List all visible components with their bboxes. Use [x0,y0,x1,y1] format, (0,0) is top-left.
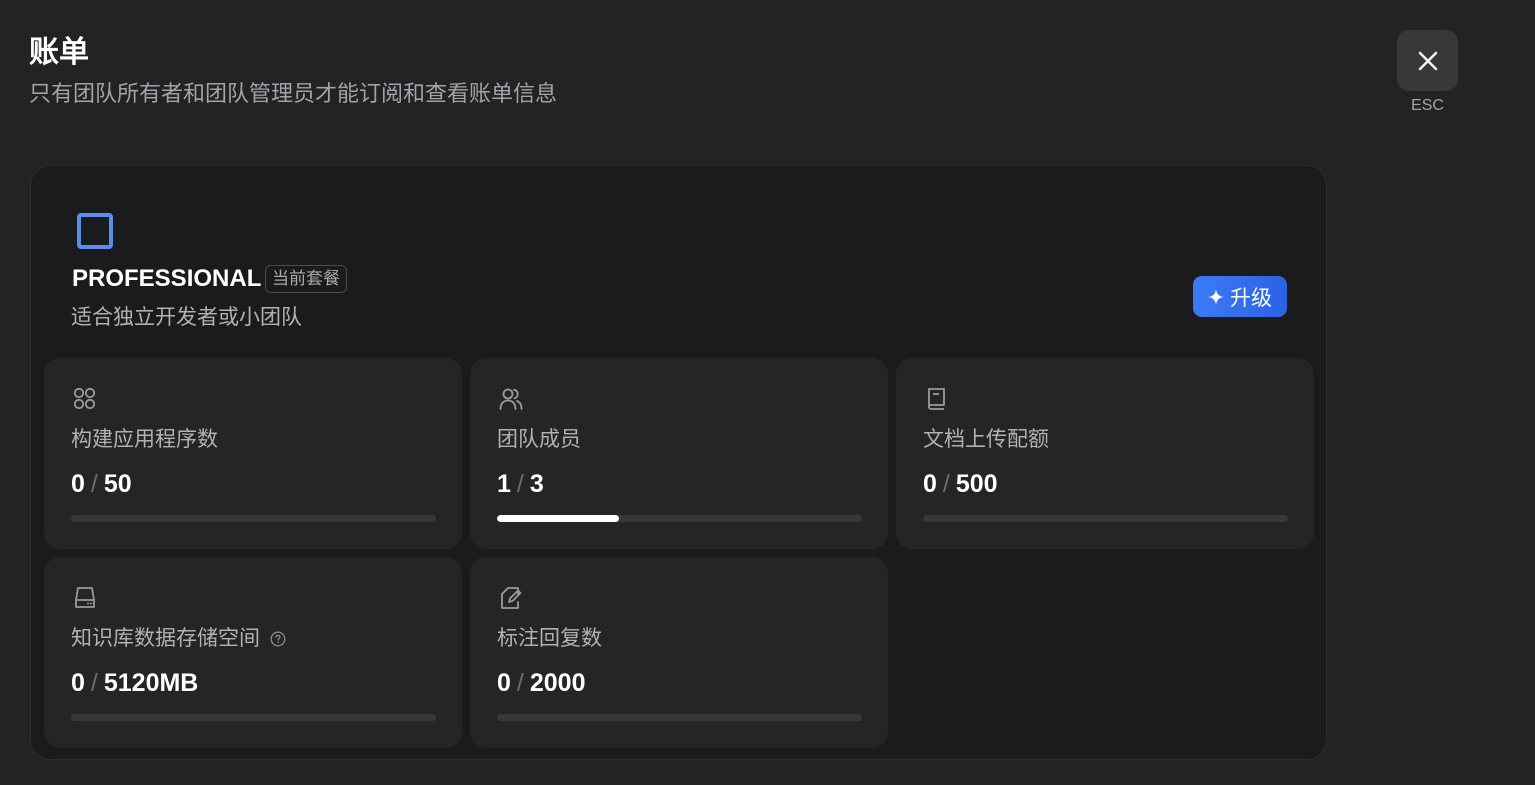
quota-label: 文档上传配额 [923,428,1049,451]
hard-drive-icon [75,587,95,608]
quota-label: 标注回复数 [497,627,602,650]
upgrade-button[interactable]: 升级 [1193,276,1287,317]
upgrade-label: 升级 [1230,286,1272,310]
quota-value: 0/50 [71,470,132,498]
quota-card-members: 团队成员 1/3 [470,358,888,549]
esc-hint: ESC [1411,97,1444,114]
users-icon [499,388,523,410]
close-button[interactable] [1397,30,1458,91]
quota-label: 构建应用程序数 [71,428,218,451]
plan-description: 适合独立开发者或小团队 [71,306,302,329]
quota-label: 知识库数据存储空间 [71,625,286,653]
quota-progress-bar [497,515,862,522]
quota-card-annotations: 标注回复数 0/2000 [470,557,888,748]
quota-value: 0/5120MB [71,669,199,697]
close-icon [1418,51,1437,70]
sparkle-icon [1208,288,1224,305]
current-plan-badge: 当前套餐 [265,265,347,293]
help-circle-icon[interactable] [270,631,286,647]
page-title: 账单 [29,36,89,69]
page-subtitle: 只有团队所有者和团队管理员才能订阅和查看账单信息 [29,81,558,106]
quota-value: 0/2000 [497,669,586,697]
quota-progress-bar [71,714,436,721]
quota-card-apps: 构建应用程序数 0/50 [44,358,462,549]
quota-label: 团队成员 [497,428,581,451]
quota-progress-bar [497,714,862,721]
square-plan-icon [77,213,113,249]
annotation-edit-icon [501,587,522,609]
book-icon [928,388,945,410]
quota-progress-bar [71,515,436,522]
apps-grid-icon [73,387,96,410]
quota-value: 1/3 [497,470,544,498]
plan-name: PROFESSIONAL [72,265,262,292]
quota-card-documents: 文档上传配额 0/500 [896,358,1314,549]
quota-card-storage: 知识库数据存储空间 0/5120MB [44,557,462,748]
billing-page: 账单 只有团队所有者和团队管理员才能订阅和查看账单信息 ESC PROFESSI… [0,0,1535,785]
quota-value: 0/500 [923,470,998,498]
plan-card: PROFESSIONAL 当前套餐 适合独立开发者或小团队 升级 构建应用程序数… [30,165,1327,760]
quota-progress-bar [923,515,1288,522]
